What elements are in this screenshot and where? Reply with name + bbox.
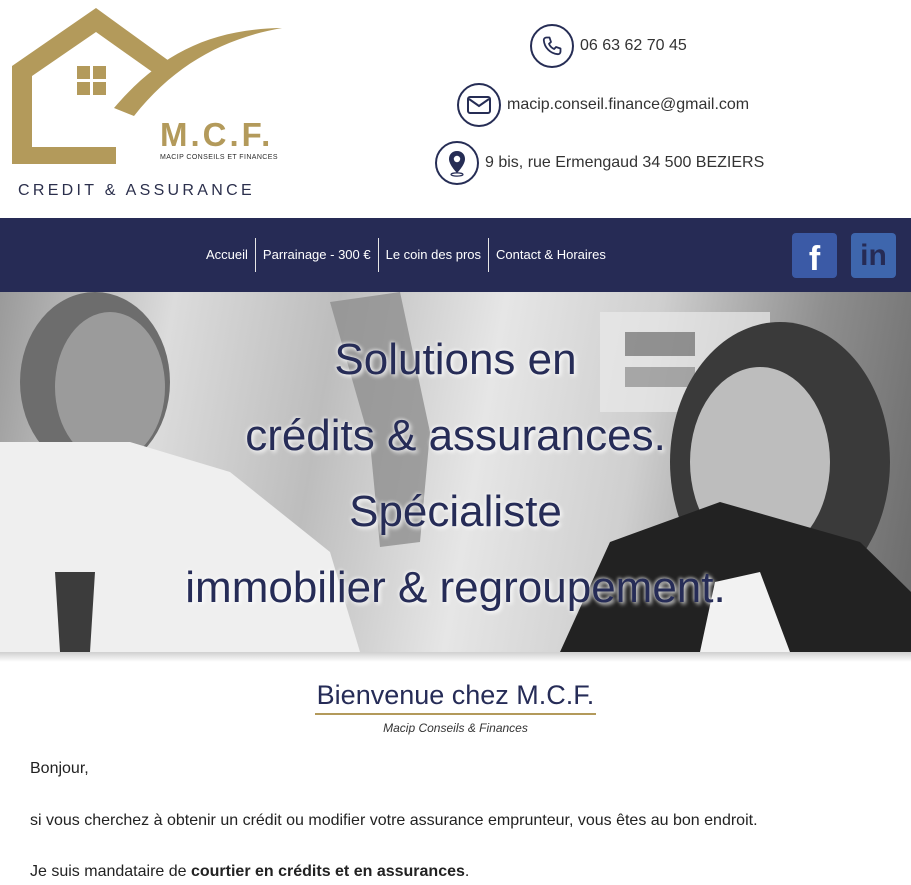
greeting-paragraph: Bonjour,: [30, 760, 89, 777]
nav-item-parrainage[interactable]: Parrainage - 300 €: [256, 238, 378, 272]
nav-menu: Accueil Parrainage - 300 € Le coin des p…: [199, 238, 613, 272]
linkedin-glyph: in: [860, 238, 887, 272]
welcome-subtitle: Macip Conseils & Finances: [383, 721, 528, 735]
contact-address[interactable]: 9 bis, rue Ermengaud 34 500 BEZIERS: [435, 141, 764, 185]
hero-line-4: immobilier & regroupement.: [185, 563, 726, 612]
logo-subtitle: MACIP CONSEILS ET FINANCES: [160, 154, 278, 161]
contact-email[interactable]: macip.conseil.finance@gmail.com: [457, 83, 749, 127]
hero-line-3: Spécialiste: [349, 487, 562, 536]
hero-shadow: [0, 652, 911, 662]
map-pin-icon: [435, 141, 479, 185]
nav-item-coin-des-pros[interactable]: Le coin des pros: [379, 238, 488, 272]
facebook-glyph: f: [808, 240, 821, 278]
hero-banner: Solutions en crédits & assurances. Spéci…: [0, 292, 911, 652]
site-logo[interactable]: M.C.F. MACIP CONSEILS ET FINANCES CREDIT…: [10, 4, 290, 209]
nav-item-contact-horaires[interactable]: Contact & Horaires: [489, 238, 613, 272]
phone-icon: [530, 24, 574, 68]
facebook-icon[interactable]: f: [792, 233, 837, 278]
envelope-icon: [457, 83, 501, 127]
linkedin-icon[interactable]: in: [851, 233, 896, 278]
nav-item-accueil[interactable]: Accueil: [199, 238, 255, 272]
hero-line-2: crédits & assurances.: [245, 411, 666, 460]
intro-paragraph: si vous cherchez à obtenir un crédit ou …: [30, 812, 758, 829]
logo-tagline: CREDIT & ASSURANCE: [18, 182, 255, 199]
phone-number: 06 63 62 70 45: [580, 37, 687, 54]
mandate-text-start: Je suis mandataire de: [30, 863, 191, 880]
contact-phone[interactable]: 06 63 62 70 45: [530, 24, 687, 68]
hero-heading: Solutions en crédits & assurances. Spéci…: [0, 322, 911, 626]
main-navigation: Accueil Parrainage - 300 € Le coin des p…: [0, 218, 911, 292]
mandate-paragraph: Je suis mandataire de courtier en crédit…: [30, 863, 469, 881]
email-address: macip.conseil.finance@gmail.com: [507, 96, 750, 113]
site-header: M.C.F. MACIP CONSEILS ET FINANCES CREDIT…: [0, 0, 911, 218]
street-address: 9 bis, rue Ermengaud 34 500 BEZIERS: [485, 154, 765, 171]
logo-brand: M.C.F.: [160, 116, 274, 153]
hero-line-1: Solutions en: [334, 335, 577, 384]
welcome-section: Bienvenue chez M.C.F. Macip Conseils & F…: [0, 680, 911, 735]
mandate-text-bold: courtier en crédits et en assurances: [190, 863, 465, 880]
welcome-title: Bienvenue chez M.C.F.: [314, 680, 597, 715]
mandate-text-end: .: [464, 863, 470, 880]
